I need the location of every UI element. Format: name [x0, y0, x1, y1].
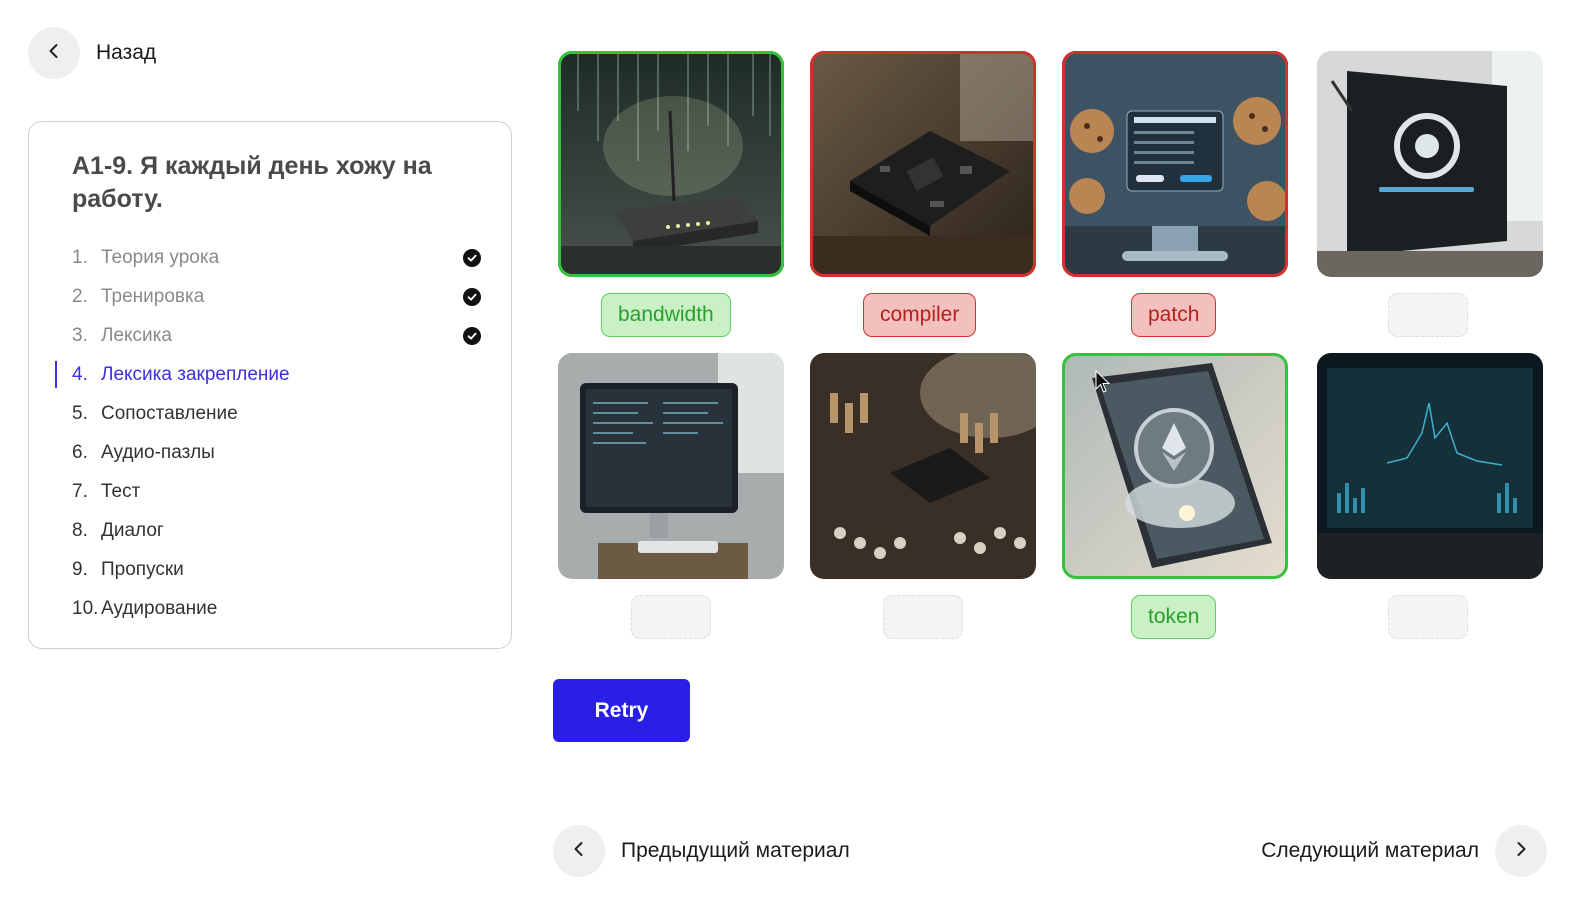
back-button[interactable]	[28, 27, 80, 79]
lesson-step-label: Лексика закрепление	[101, 363, 290, 385]
previous-material-label[interactable]: Предыдущий материал	[621, 839, 850, 863]
lesson-step-number: 4.	[72, 363, 88, 385]
lesson-step-number: 6.	[72, 441, 88, 463]
lesson-step-number: 10.	[72, 597, 99, 619]
answer-slot-empty[interactable]	[1388, 595, 1468, 639]
lesson-step-4[interactable]: 4. Лексика закрепление	[29, 355, 511, 394]
lesson-step-6[interactable]: 6. Аудио-пазлы	[29, 433, 511, 472]
lesson-step-5[interactable]: 5. Сопоставление	[29, 394, 511, 433]
next-material-label[interactable]: Следующий материал	[1261, 839, 1479, 863]
chevron-left-icon	[570, 840, 588, 863]
back-label[interactable]: Назад	[96, 41, 156, 65]
lesson-step-number: 7.	[72, 480, 88, 502]
lesson-step-8[interactable]: 8. Диалог	[29, 511, 511, 550]
check-circle-icon	[463, 288, 481, 306]
image-tile-router[interactable]	[558, 51, 784, 277]
image-tile-cookie-settings[interactable]	[1062, 51, 1288, 277]
image-tile-circuit-board[interactable]	[810, 353, 1036, 579]
motherboard-image	[810, 51, 1036, 277]
next-material-button[interactable]	[1495, 825, 1547, 877]
dashboard-image	[1317, 353, 1543, 579]
check-circle-icon	[463, 249, 481, 267]
previous-material-button[interactable]	[553, 825, 605, 877]
lesson-step-label: Сопоставление	[101, 402, 238, 424]
lesson-step-label: Лексика	[101, 324, 172, 346]
answer-slot-empty[interactable]	[631, 595, 711, 639]
lesson-step-label: Аудирование	[101, 597, 218, 619]
lesson-step-number: 9.	[72, 558, 88, 580]
cookie-settings-image	[1062, 51, 1288, 277]
code-monitor-image	[558, 353, 784, 579]
lesson-outline-card: A1-9. Я каждый день хожу на работу. 1. Т…	[28, 121, 512, 649]
lesson-step-number: 8.	[72, 519, 88, 541]
lesson-step-label: Тренировка	[101, 285, 205, 307]
lesson-step-label: Пропуски	[101, 558, 184, 580]
lesson-step-number: 3.	[72, 324, 88, 346]
image-tile-update-screen[interactable]	[1317, 51, 1543, 277]
answer-slot-empty[interactable]	[1388, 293, 1468, 337]
image-tile-code-monitor[interactable]	[558, 353, 784, 579]
lesson-title: A1-9. Я каждый день хожу на работу.	[72, 152, 432, 213]
answer-word-compiler[interactable]: compiler	[863, 293, 977, 337]
lesson-step-label: Аудио-пазлы	[101, 441, 215, 463]
lesson-step-label: Теория урока	[101, 246, 220, 268]
lesson-step-3[interactable]: 3. Лексика	[29, 316, 511, 355]
router-image	[558, 51, 784, 277]
lesson-step-1[interactable]: 1. Теория урока	[29, 238, 511, 277]
lesson-step-9[interactable]: 9. Пропуски	[29, 550, 511, 589]
lesson-step-list: 1. Теория урока 2. Тренировка 3. Лексика…	[29, 238, 511, 628]
circuit-board-image	[810, 353, 1036, 579]
lesson-step-number: 1.	[72, 246, 88, 268]
lesson-step-2[interactable]: 2. Тренировка	[29, 277, 511, 316]
lesson-step-label: Диалог	[101, 519, 164, 541]
lesson-step-7[interactable]: 7. Тест	[29, 472, 511, 511]
answer-word-token[interactable]: token	[1131, 595, 1217, 639]
lesson-step-label: Тест	[101, 480, 141, 502]
image-tile-motherboard[interactable]	[810, 51, 1036, 277]
mouse-cursor-icon	[1095, 370, 1111, 393]
answer-word-patch[interactable]: patch	[1131, 293, 1217, 337]
lesson-step-number: 5.	[72, 402, 88, 424]
image-tile-dashboard[interactable]	[1317, 353, 1543, 579]
answer-slot-empty[interactable]	[883, 595, 963, 639]
retry-button[interactable]: Retry	[553, 679, 690, 742]
check-circle-icon	[463, 327, 481, 345]
chevron-left-icon	[45, 42, 63, 65]
update-screen-image	[1317, 51, 1543, 277]
chevron-right-icon	[1512, 840, 1530, 863]
answer-word-bandwidth[interactable]: bandwidth	[601, 293, 731, 337]
lesson-step-number: 2.	[72, 285, 88, 307]
lesson-step-10[interactable]: 10. Аудирование	[29, 589, 511, 628]
